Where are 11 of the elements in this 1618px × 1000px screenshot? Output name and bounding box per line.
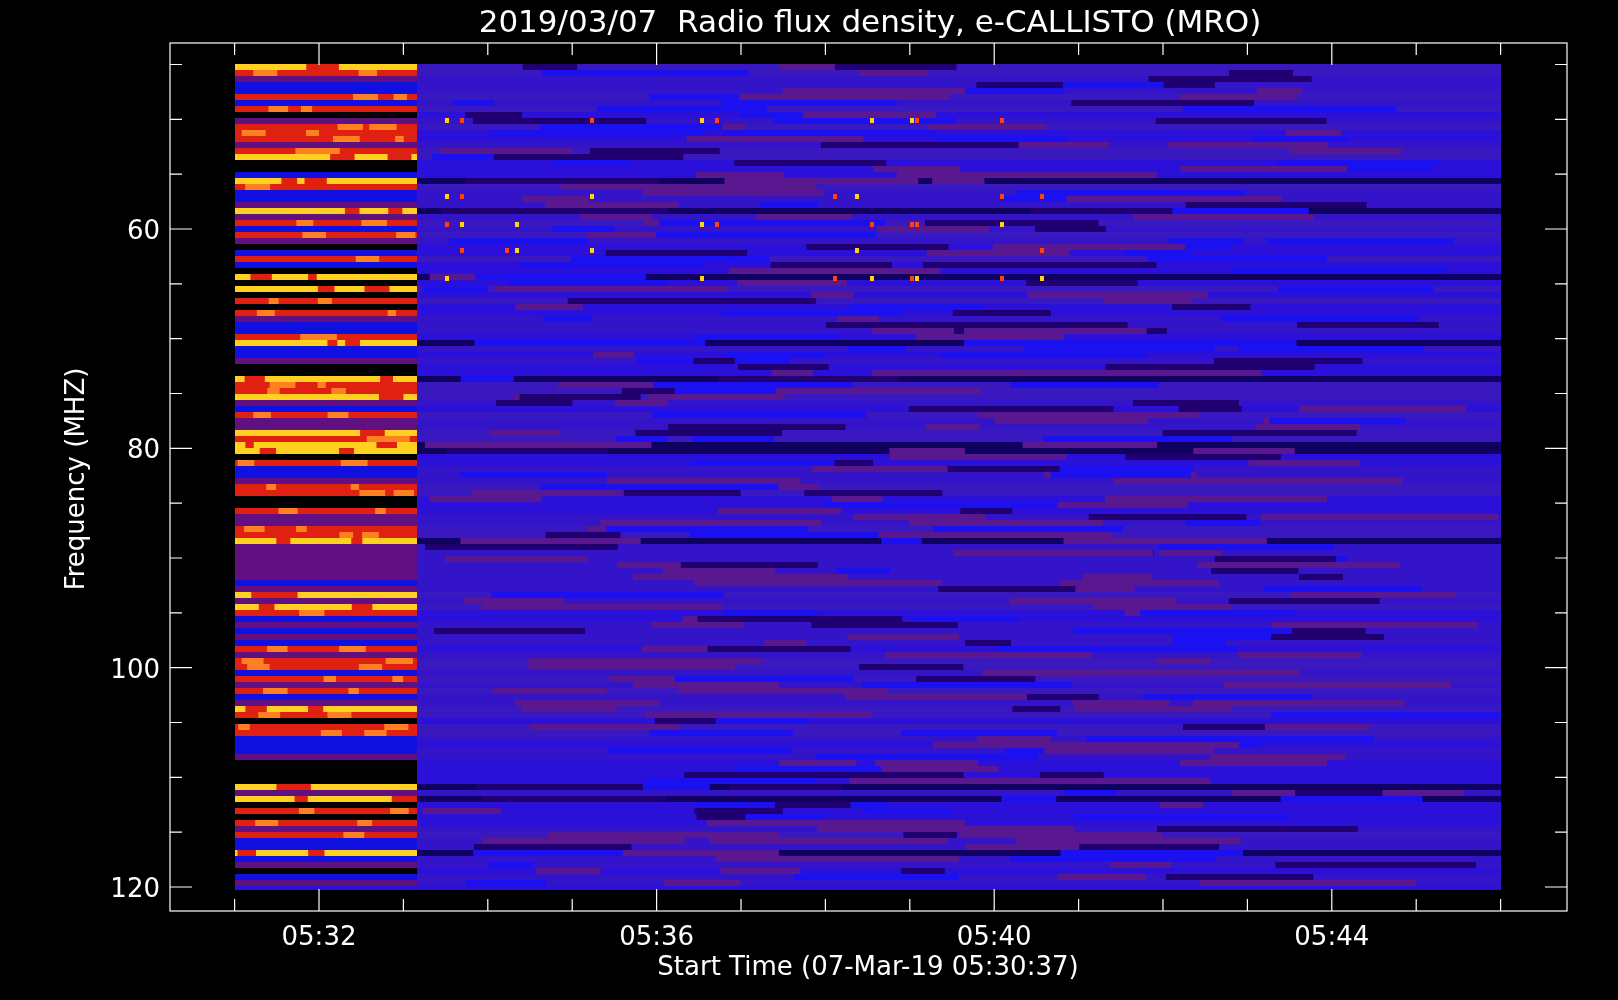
- y-tick-label: 60: [126, 215, 160, 245]
- chart-title: 2019/03/07 Radio flux density, e-CALLISTO (MRO): [478, 3, 1262, 39]
- x-axis-label: Start Time (07-Mar-19 05:30:37): [657, 951, 1079, 981]
- x-tick-label: 05:32: [281, 921, 357, 951]
- y-tick-label: 120: [110, 873, 160, 903]
- x-tick-label: 05:44: [1294, 921, 1370, 951]
- y-tick-label: 80: [126, 434, 160, 465]
- y-axis-label: Frequency (MHZ): [60, 367, 90, 591]
- x-tick-label: 05:36: [619, 921, 695, 951]
- x-tick-label: 05:40: [956, 921, 1032, 951]
- y-tick-label: 100: [110, 653, 160, 684]
